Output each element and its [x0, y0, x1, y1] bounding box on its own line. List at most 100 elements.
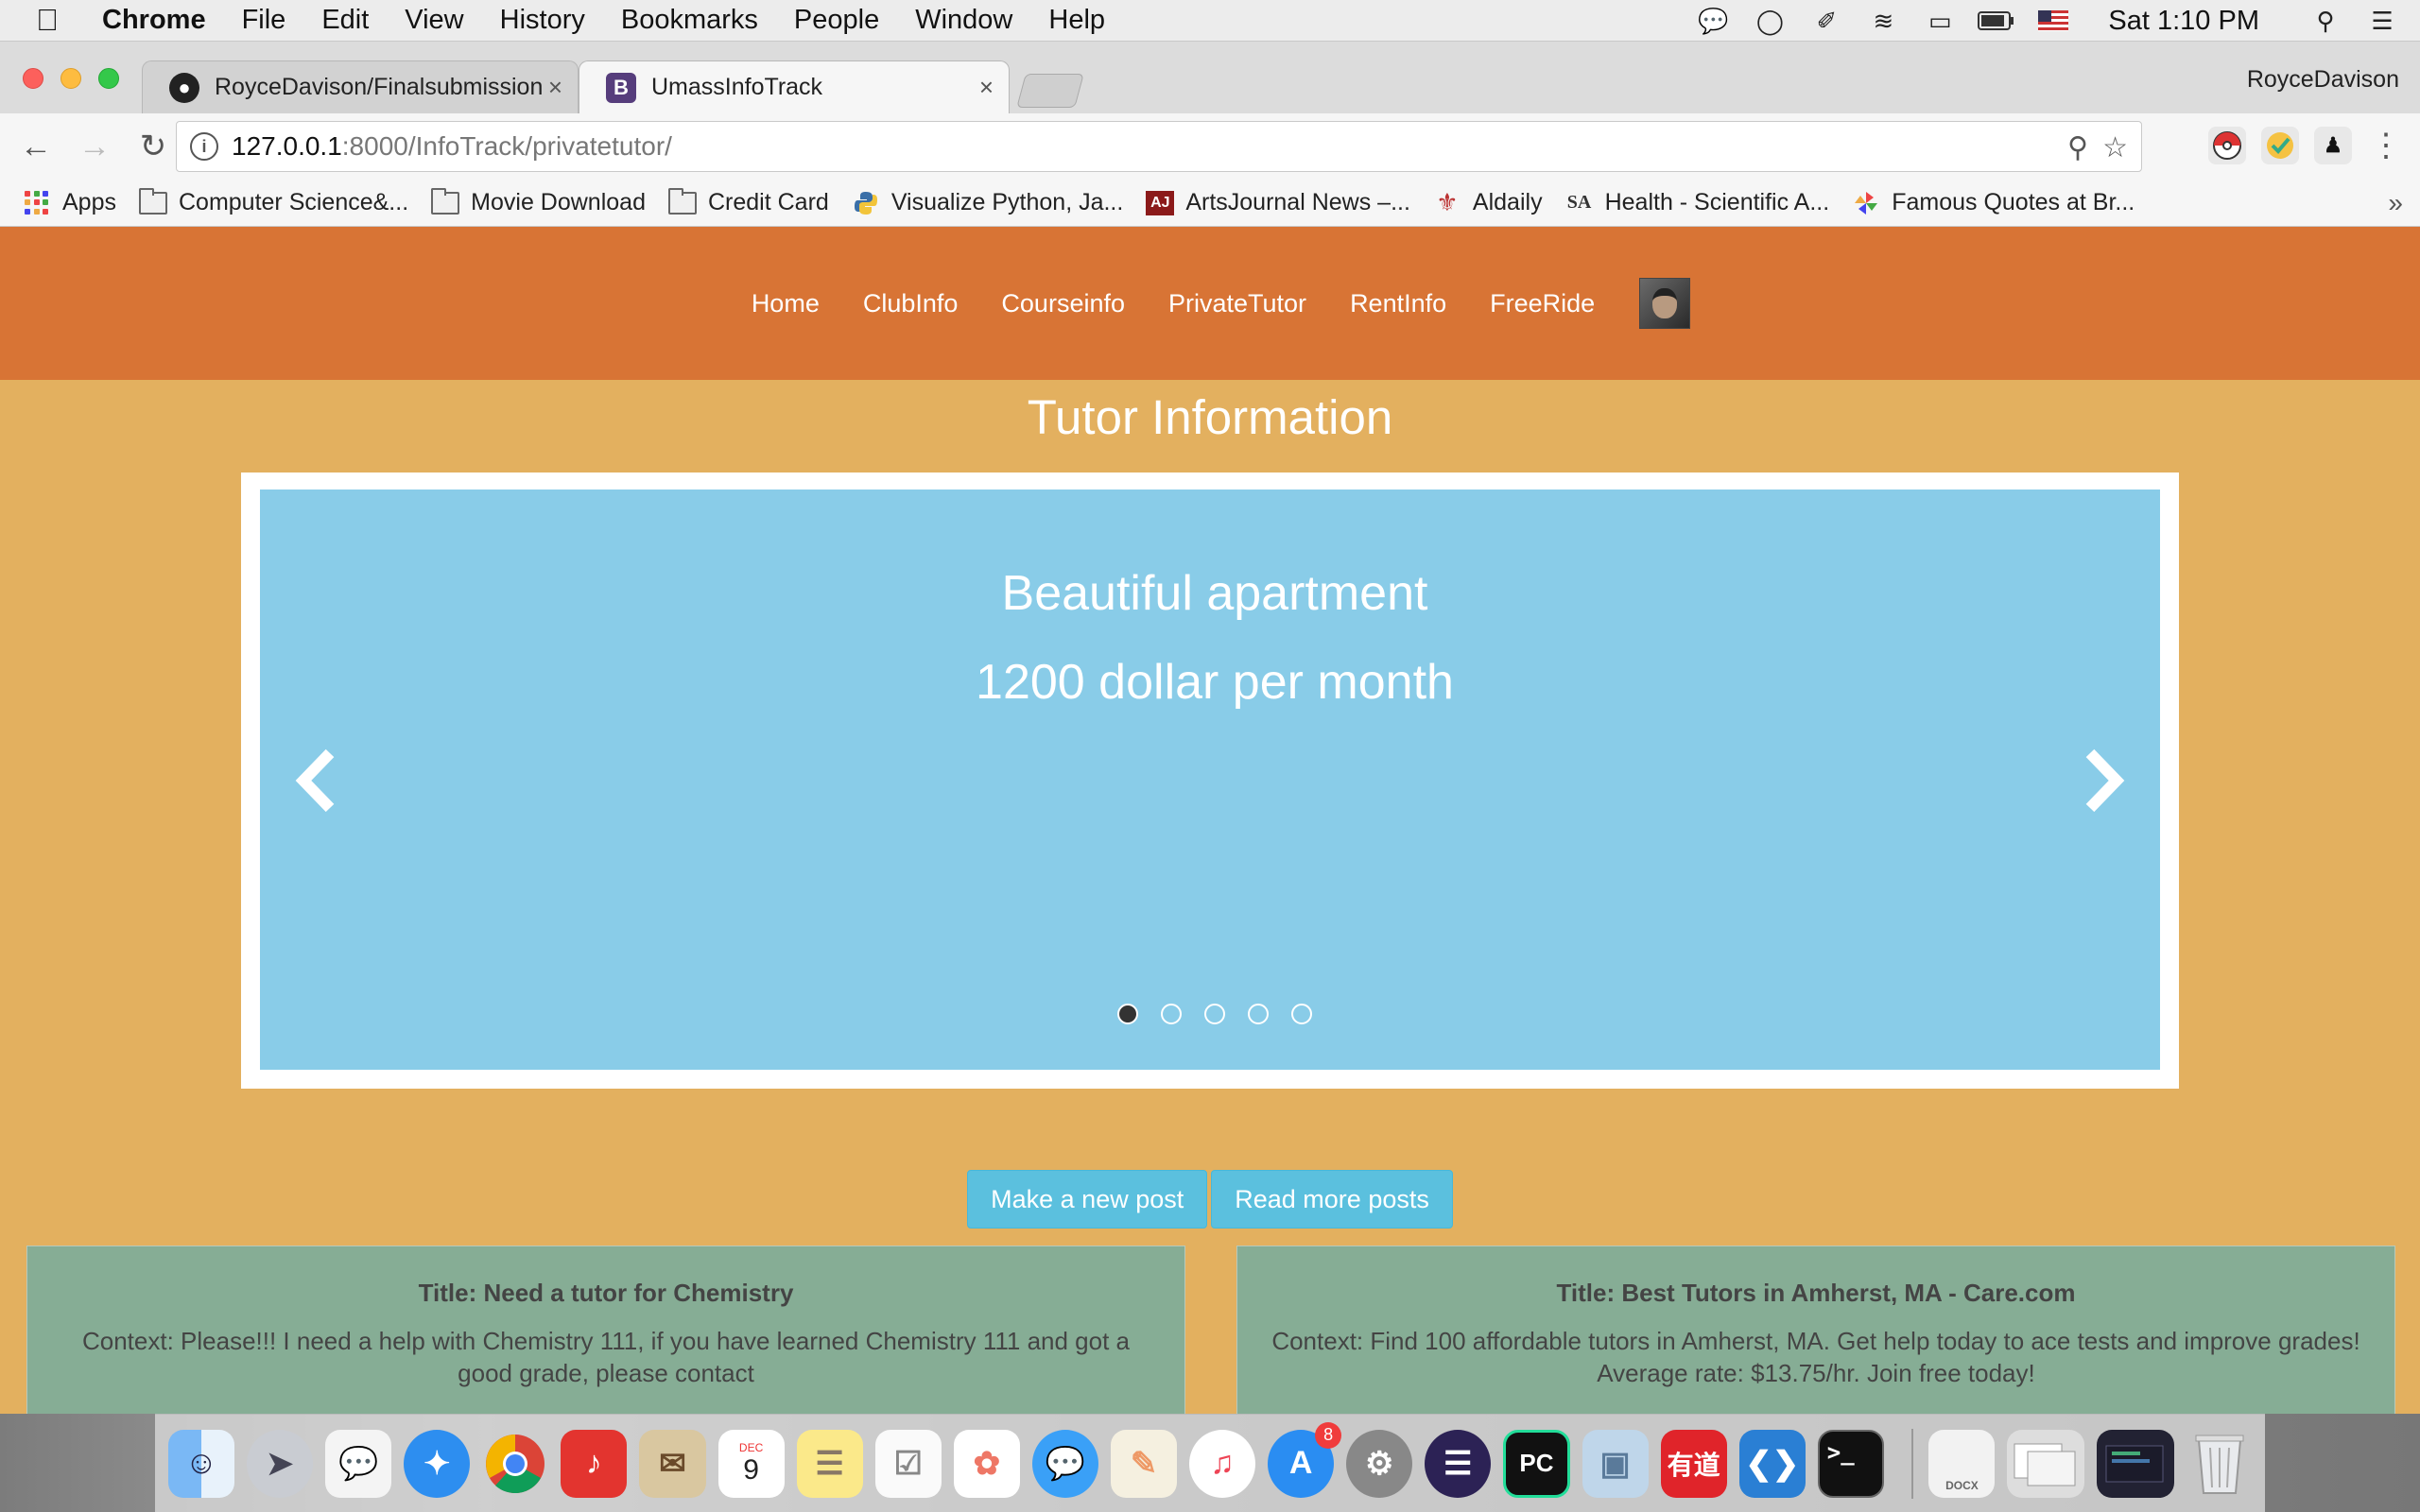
bookmark-label: Movie Download [471, 189, 646, 215]
nav-freeride[interactable]: FreeRide [1490, 289, 1595, 318]
wechat-icon[interactable]: 💬 [325, 1429, 392, 1498]
back-arrow-icon[interactable]: ← [13, 124, 59, 169]
carousel-next-icon[interactable] [2083, 745, 2126, 832]
bookmarks-overflow-icon[interactable]: » [2388, 188, 2403, 218]
bookmark-folder-credit-card[interactable]: Credit Card [667, 187, 829, 216]
post-card[interactable]: Title: Best Tutors in Amherst, MA - Care… [1236, 1246, 2395, 1414]
menu-file[interactable]: File [242, 5, 286, 36]
notes-icon[interactable]: ☰ [796, 1429, 863, 1498]
bookmark-apps[interactable]: Apps [23, 189, 116, 216]
bookmark-star-icon[interactable]: ☆ [2102, 131, 2128, 164]
carousel-indicator[interactable] [1161, 1004, 1182, 1024]
nav-clubinfo[interactable]: ClubInfo [863, 289, 959, 318]
wechat-tray-icon[interactable]: 💬 [1694, 6, 1732, 36]
menu-app-name[interactable]: Chrome [102, 5, 206, 36]
bookmark-artsjournal[interactable]: AJ ArtsJournal News –... [1146, 189, 1410, 216]
bookmark-folder-movie-download[interactable]: Movie Download [431, 187, 646, 216]
menu-window[interactable]: Window [915, 5, 1012, 36]
tab-umassinfotrack[interactable]: B UmassInfoTrack × [579, 60, 1010, 113]
wifi-icon[interactable]: ≋ [1864, 6, 1902, 36]
finder-icon[interactable]: ☺ [168, 1429, 235, 1498]
bookmark-folder-computer-science[interactable]: Computer Science&... [138, 187, 408, 216]
netease-music-icon[interactable]: ♪ [561, 1429, 628, 1498]
carousel-frame: Beautiful apartment 1200 dollar per mont… [241, 472, 2179, 1089]
carousel-indicator[interactable] [1248, 1004, 1269, 1024]
photos-icon[interactable]: ✿ [953, 1429, 1020, 1498]
calendar-icon[interactable]: DEC 9 [717, 1429, 785, 1498]
virtualbox-cube-icon[interactable]: ▣ [1582, 1429, 1649, 1498]
window-zoom-button[interactable] [98, 68, 119, 89]
read-more-posts-button[interactable]: Read more posts [1211, 1170, 1453, 1228]
macos-menubar:  Chrome File Edit View History Bookmark… [0, 0, 2420, 42]
pokeball-extension-icon[interactable] [2208, 127, 2246, 164]
bookmark-aldaily[interactable]: ⚜ Aldaily [1433, 188, 1542, 216]
forward-arrow-icon[interactable]: → [72, 124, 117, 169]
system-preferences-gear-icon[interactable]: ⚙ [1346, 1429, 1413, 1498]
make-new-post-button[interactable]: Make a new post [967, 1170, 1208, 1228]
downloads-stack-icon[interactable] [2007, 1429, 2085, 1498]
nav-rentinfo[interactable]: RentInfo [1350, 289, 1446, 318]
reload-icon[interactable]: ↻ [130, 124, 176, 169]
screenshot-stack-icon[interactable] [2097, 1429, 2174, 1498]
tab-close-icon[interactable]: × [979, 73, 994, 102]
carousel-indicator[interactable] [1204, 1004, 1225, 1024]
nav-privatetutor[interactable]: PrivateTutor [1168, 289, 1306, 318]
menubar-clock[interactable]: Sat 1:10 PM [2108, 6, 2259, 37]
launchpad-rocket-icon[interactable]: ➤ [247, 1429, 314, 1498]
evernote-extension-icon[interactable]: ♟ [2314, 127, 2352, 164]
menu-view[interactable]: View [405, 5, 463, 36]
window-close-button[interactable] [23, 68, 43, 89]
pages-pen-icon[interactable]: ✎ [1110, 1429, 1178, 1498]
user-avatar[interactable] [1639, 278, 1691, 329]
post-card[interactable]: Title: Need a tutor for Chemistry Contex… [26, 1246, 1185, 1414]
menu-history[interactable]: History [500, 5, 585, 36]
safari-compass-icon[interactable]: ✦ [404, 1429, 471, 1498]
chrome-menu-icon[interactable]: ⋮ [2367, 127, 2405, 164]
tab-github[interactable]: ● RoyceDavison/Finalsubmission × [142, 60, 579, 113]
pycharm-icon[interactable]: PC [1503, 1429, 1570, 1498]
carousel-indicator[interactable] [1117, 1004, 1138, 1024]
menu-help[interactable]: Help [1048, 5, 1105, 36]
tab-close-icon[interactable]: × [548, 73, 562, 102]
aldaily-icon: ⚜ [1436, 188, 1459, 216]
eclipse-icon[interactable]: ☰ [1425, 1429, 1492, 1498]
address-bar[interactable]: i 127.0.0.1 :8000/InfoTrack/privatetutor… [176, 121, 2142, 172]
terminal-icon[interactable]: >_ [1817, 1429, 1885, 1498]
reminders-icon[interactable]: ☑ [874, 1429, 942, 1498]
battery-icon[interactable] [1978, 6, 2015, 36]
pinwheel-icon [1852, 191, 1880, 215]
youdao-dictionary-icon[interactable]: 有道 [1660, 1429, 1727, 1498]
carousel-prev-icon[interactable] [294, 745, 337, 832]
carousel-indicator[interactable] [1291, 1004, 1312, 1024]
window-minimize-button[interactable] [60, 68, 81, 89]
qq-tray-icon[interactable]: ◯ [1751, 6, 1789, 36]
signature-tray-icon[interactable]: ✐ [1807, 6, 1845, 36]
trash-icon[interactable] [2187, 1430, 2253, 1498]
profile-name[interactable]: RoyceDavison [2247, 66, 2399, 94]
notification-center-icon[interactable]: ☰ [2363, 6, 2401, 36]
docx-document-icon[interactable]: DOCX [1928, 1429, 1996, 1498]
mail-stamp-icon[interactable]: ✉ [639, 1429, 706, 1498]
itunes-icon[interactable]: ♫ [1189, 1429, 1256, 1498]
nav-courseinfo[interactable]: Courseinfo [1001, 289, 1125, 318]
nav-home[interactable]: Home [752, 289, 820, 318]
app-store-badge: 8 [1315, 1421, 1342, 1449]
new-tab-button[interactable] [1016, 74, 1084, 108]
app-store-icon[interactable]: A8 [1268, 1421, 1342, 1498]
bookmark-scientific-american[interactable]: SA Health - Scientific A... [1565, 189, 1829, 216]
menu-bookmarks[interactable]: Bookmarks [621, 5, 758, 36]
us-flag-input-icon[interactable] [2034, 6, 2072, 36]
bookmark-visualize-python[interactable]: Visualize Python, Ja... [852, 189, 1123, 216]
spotlight-search-icon[interactable]: ⚲ [2307, 6, 2344, 36]
vscode-icon[interactable]: ❮❯ [1738, 1429, 1806, 1498]
zoom-icon[interactable]: ⚲ [2067, 131, 2088, 164]
chrome-icon[interactable] [482, 1430, 548, 1498]
bookmark-famous-quotes[interactable]: Famous Quotes at Br... [1852, 189, 2135, 216]
airplay-icon[interactable]: ▭ [1921, 6, 1959, 36]
apple-menu-icon[interactable]:  [36, 3, 74, 38]
menu-edit[interactable]: Edit [321, 5, 369, 36]
messages-icon[interactable]: 💬 [1031, 1429, 1098, 1498]
site-info-icon[interactable]: i [190, 132, 218, 161]
menu-people[interactable]: People [794, 5, 879, 36]
check-extension-icon[interactable] [2261, 127, 2299, 164]
